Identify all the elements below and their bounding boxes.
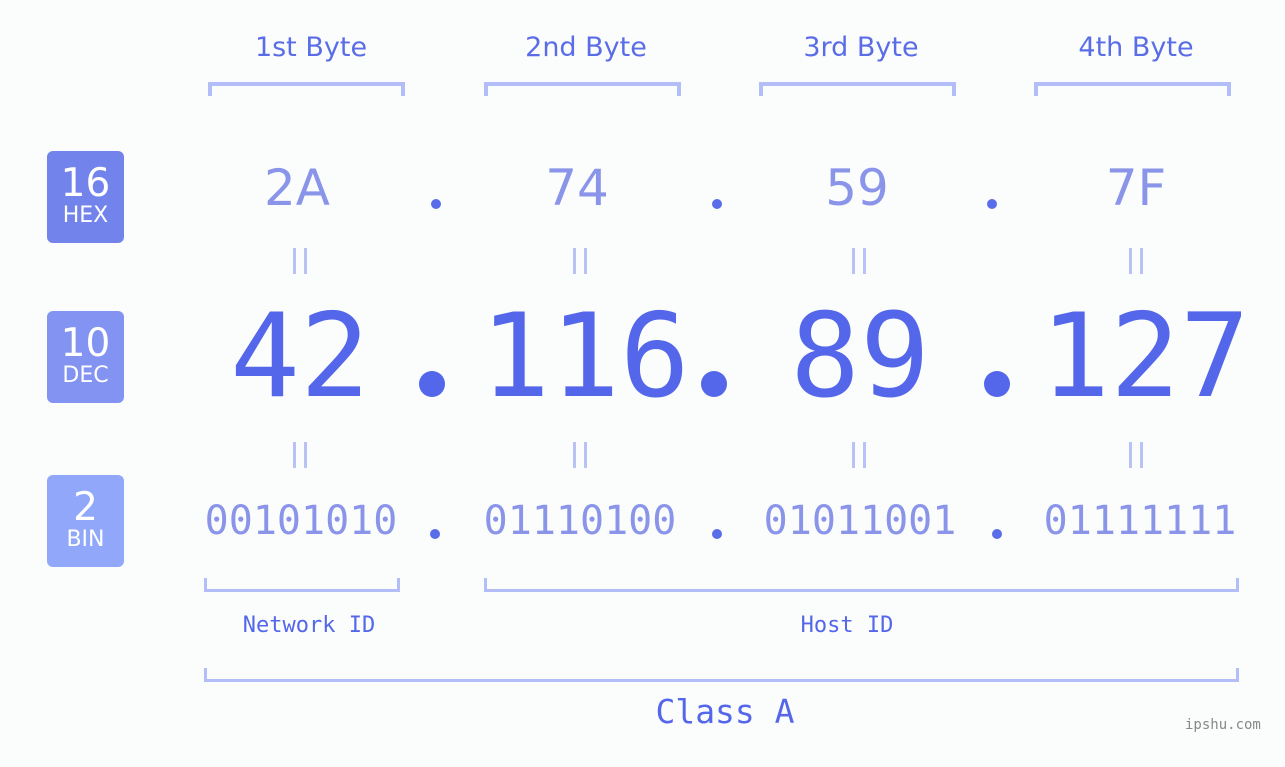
bin-badge-base: 2 (73, 485, 98, 530)
dec-value-1: 42 (230, 289, 370, 424)
bin-separator-dot (992, 529, 1002, 539)
dec-badge-base: 10 (60, 321, 111, 366)
bin-separator-dot (430, 529, 440, 539)
class-bracket (204, 668, 1239, 682)
byte-bracket-2 (484, 82, 681, 96)
hex-badge-base: 16 (60, 161, 111, 206)
hex-badge: 16 HEX (47, 151, 124, 243)
byte-bracket-1 (208, 82, 405, 96)
dec-separator-dot (984, 371, 1010, 397)
hex-value-4: 7F (1105, 159, 1167, 217)
byte-bracket-4 (1034, 82, 1231, 96)
byte-title-2: 2nd Byte (525, 32, 647, 63)
hex-separator-dot (987, 199, 997, 209)
hex-separator-dot (712, 199, 722, 209)
host-id-label: Host ID (800, 613, 894, 638)
bin-value-1: 00101010 (204, 498, 398, 544)
hex-value-2: 74 (545, 159, 609, 217)
hex-value-1: 2A (263, 159, 330, 217)
dec-separator-dot (701, 371, 727, 397)
byte-title-4: 4th Byte (1078, 32, 1194, 63)
byte-title-3: 3rd Byte (803, 32, 919, 63)
dec-badge: 10 DEC (47, 311, 124, 403)
bin-value-3: 01011001 (763, 498, 957, 544)
network-id-label: Network ID (242, 613, 376, 638)
equals-marker (573, 442, 587, 468)
equals-marker (852, 442, 866, 468)
bin-badge-label: BIN (66, 527, 105, 552)
bin-separator-dot (712, 529, 722, 539)
bin-value-4: 01111111 (1043, 498, 1237, 544)
host-id-bracket (484, 578, 1239, 592)
watermark: ipshu.com (1185, 717, 1261, 733)
equals-marker (293, 442, 307, 468)
equals-marker (293, 248, 307, 274)
hex-separator-dot (431, 199, 441, 209)
network-id-bracket (204, 578, 400, 592)
dec-value-2: 116 (480, 289, 690, 424)
dec-separator-dot (419, 371, 445, 397)
bin-badge: 2 BIN (47, 475, 124, 567)
byte-title-1: 1st Byte (254, 32, 368, 63)
dec-value-3: 89 (790, 289, 930, 424)
equals-marker (1129, 442, 1143, 468)
equals-marker (852, 248, 866, 274)
dec-badge-label: DEC (62, 363, 109, 388)
hex-badge-label: HEX (62, 203, 109, 228)
byte-bracket-3 (759, 82, 956, 96)
dec-value-4: 127 (1040, 289, 1250, 424)
bin-value-2: 01110100 (483, 498, 677, 544)
hex-value-3: 59 (825, 159, 889, 217)
class-label: Class A (655, 692, 795, 731)
equals-marker (573, 248, 587, 274)
equals-marker (1129, 248, 1143, 274)
